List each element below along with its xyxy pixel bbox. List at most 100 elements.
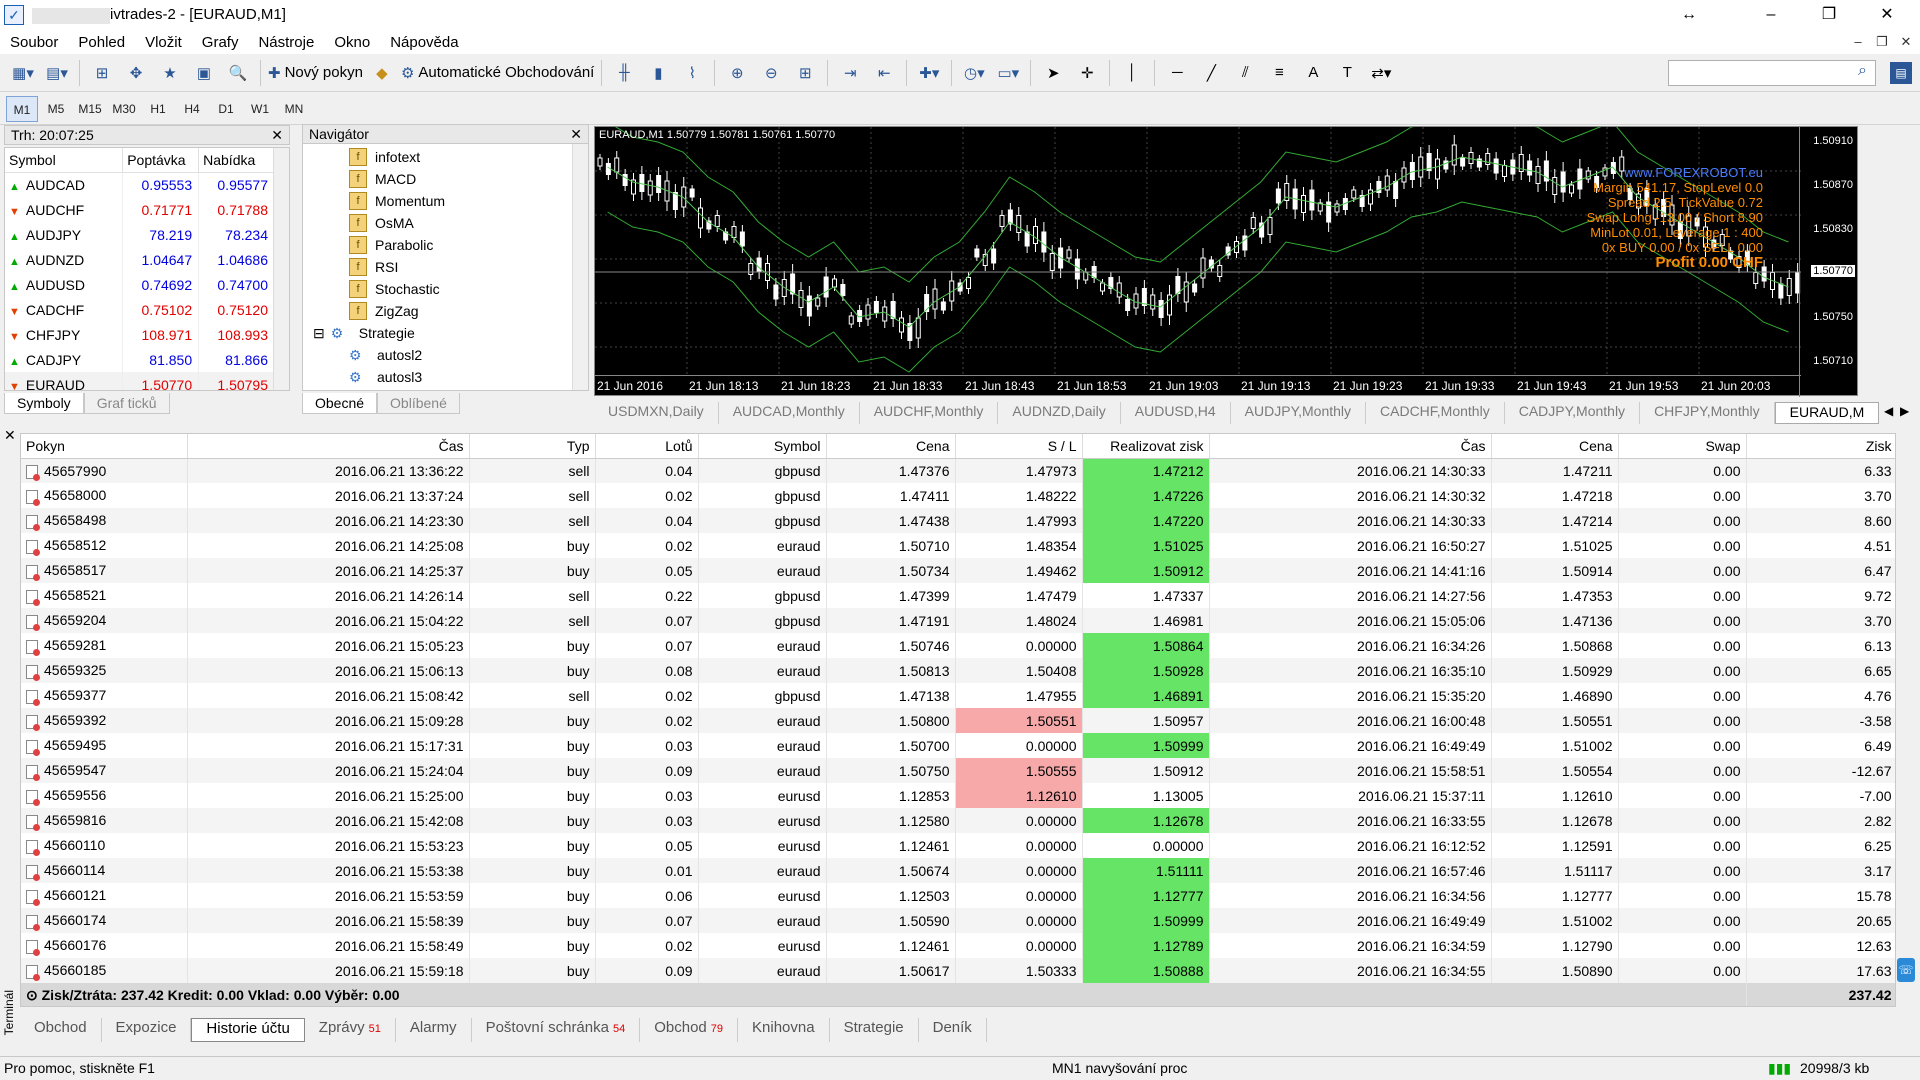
terminal-icon[interactable]: ▣ bbox=[189, 58, 219, 88]
chart-shift-icon[interactable]: ⇤ bbox=[869, 58, 899, 88]
market-row[interactable]: ▲ AUDCAD 0.95553 0.95577 bbox=[5, 172, 275, 197]
close-icon[interactable]: ✕ bbox=[271, 126, 283, 144]
col-symbol[interactable]: Symbol bbox=[5, 148, 124, 173]
navigator-item[interactable]: f OsMA bbox=[303, 212, 588, 234]
col-header[interactable]: Realizovat zisk bbox=[1082, 434, 1210, 459]
templates-icon[interactable]: ▭▾ bbox=[993, 58, 1023, 88]
col-header[interactable]: Čas bbox=[187, 434, 470, 459]
timeframe-m5[interactable]: M5 bbox=[40, 96, 72, 122]
terminal-tab[interactable]: Zprávy 51 bbox=[305, 1018, 396, 1042]
terminal-tab[interactable]: Obchod 79 bbox=[640, 1018, 739, 1042]
zoom-out-icon[interactable]: ⊖ bbox=[756, 58, 786, 88]
arrows-icon[interactable]: ⇄▾ bbox=[1366, 58, 1396, 88]
price-chart[interactable]: EURAUD,M1 1.50779 1.50781 1.50761 1.5077… bbox=[594, 126, 1858, 397]
menu-item[interactable]: Vložit bbox=[135, 34, 192, 51]
meta-editor-icon[interactable]: ◆ bbox=[367, 58, 397, 88]
timeframe-w1[interactable]: W1 bbox=[244, 96, 276, 122]
col-header[interactable]: Čas bbox=[1209, 434, 1492, 459]
auto-scroll-icon[interactable]: ⇥ bbox=[835, 58, 865, 88]
history-row[interactable]: 45659281 2016.06.21 15:05:23 buy 0.07 euraud… bbox=[21, 633, 1895, 658]
chart-tab[interactable]: CADCHF,Monthly bbox=[1366, 402, 1505, 424]
bar-chart-icon[interactable]: ╫ bbox=[609, 58, 639, 88]
candlestick-icon[interactable]: ▮ bbox=[643, 58, 673, 88]
tab-common[interactable]: Obecné bbox=[302, 393, 378, 414]
restore-icon[interactable]: ↔ bbox=[1662, 0, 1716, 30]
cursor-icon[interactable]: ➤ bbox=[1038, 58, 1068, 88]
history-row[interactable]: 45658517 2016.06.21 14:25:37 buy 0.05 euraud… bbox=[21, 558, 1895, 583]
tile-windows-icon[interactable]: ⊞ bbox=[790, 58, 820, 88]
timeframe-m15[interactable]: M15 bbox=[74, 96, 106, 122]
terminal-tab[interactable]: Strategie bbox=[830, 1018, 919, 1042]
history-row[interactable]: 45658498 2016.06.21 14:23:30 sell 0.04 gbpus… bbox=[21, 508, 1895, 533]
terminal-tab[interactable]: Historie účtu bbox=[191, 1018, 305, 1042]
profiles-icon[interactable]: ▤▾ bbox=[42, 58, 72, 88]
col-header[interactable]: Cena bbox=[1491, 434, 1619, 459]
history-row[interactable]: 45660121 2016.06.21 15:53:59 buy 0.06 eurusd… bbox=[21, 883, 1895, 908]
mdi-restore-icon[interactable]: ❐ bbox=[1870, 30, 1894, 54]
market-row[interactable]: ▼ CHFJPY 108.971 108.993 bbox=[5, 322, 275, 347]
chat-icon[interactable]: ▤ bbox=[1890, 62, 1912, 84]
zoom-in-icon[interactable]: ⊕ bbox=[722, 58, 752, 88]
navigator-item[interactable]: ⚙ autosl3 bbox=[303, 366, 588, 388]
app-icon[interactable]: ✓ bbox=[4, 5, 24, 25]
timeframe-d1[interactable]: D1 bbox=[210, 96, 242, 122]
market-row[interactable]: ▼ EURAUD 1.50770 1.50795 bbox=[5, 372, 275, 390]
fibonacci-icon[interactable]: ≡ bbox=[1264, 58, 1294, 88]
col-header[interactable]: Pokyn bbox=[21, 434, 188, 459]
terminal-tab[interactable]: Expozice bbox=[102, 1018, 192, 1042]
navigator-item[interactable]: f Stochastic bbox=[303, 278, 588, 300]
history-row[interactable]: 45660114 2016.06.21 15:53:38 buy 0.01 euraud… bbox=[21, 858, 1895, 883]
history-row[interactable]: 45660110 2016.06.21 15:53:23 buy 0.05 eurusd… bbox=[21, 833, 1895, 858]
data-window-icon[interactable]: ✥ bbox=[121, 58, 151, 88]
col-header[interactable]: Lotů bbox=[595, 434, 699, 459]
horizontal-line-icon[interactable]: ─ bbox=[1162, 58, 1192, 88]
timeframe-h4[interactable]: H4 bbox=[176, 96, 208, 122]
scrollbar[interactable] bbox=[572, 144, 588, 390]
terminal-tab[interactable]: Deník bbox=[919, 1018, 987, 1042]
col-header[interactable]: Typ bbox=[469, 434, 596, 459]
timeframe-h1[interactable]: H1 bbox=[142, 96, 174, 122]
minimize-button[interactable]: – bbox=[1744, 0, 1798, 30]
navigator-item[interactable]: f ZigZag bbox=[303, 300, 588, 322]
mdi-close-icon[interactable]: ✕ bbox=[1894, 30, 1918, 54]
search-input[interactable] bbox=[1668, 60, 1876, 86]
channel-icon[interactable]: ⫽ bbox=[1230, 58, 1260, 88]
history-row[interactable]: 45658521 2016.06.21 14:26:14 sell 0.22 gbpus… bbox=[21, 583, 1895, 608]
new-order-button[interactable]: ✚ Nový pokyn bbox=[268, 58, 363, 88]
chart-tab[interactable]: USDMXN,Daily bbox=[594, 402, 719, 424]
vertical-line-icon[interactable]: │ bbox=[1117, 58, 1147, 88]
col-header[interactable]: Zisk bbox=[1746, 434, 1895, 459]
chart-tab[interactable]: AUDCAD,Monthly bbox=[719, 402, 860, 424]
col-bid[interactable]: Poptávka bbox=[122, 148, 200, 173]
collapse-icon[interactable]: ⊟ bbox=[313, 325, 325, 342]
terminal-close-icon[interactable]: ✕ bbox=[4, 427, 16, 444]
chart-tab[interactable]: EURAUD,M bbox=[1774, 402, 1880, 424]
col-header[interactable]: Cena bbox=[826, 434, 956, 459]
scrollbar[interactable] bbox=[273, 148, 289, 390]
history-row[interactable]: 45659392 2016.06.21 15:09:28 buy 0.02 euraud… bbox=[21, 708, 1895, 733]
chart-tab[interactable]: CHFJPY,Monthly bbox=[1640, 402, 1775, 424]
history-row[interactable]: 45659204 2016.06.21 15:04:22 sell 0.07 gbpus… bbox=[21, 608, 1895, 633]
history-row[interactable]: 45660174 2016.06.21 15:58:39 buy 0.07 euraud… bbox=[21, 908, 1895, 933]
history-row[interactable]: 45658000 2016.06.21 13:37:24 sell 0.02 gbpus… bbox=[21, 483, 1895, 508]
menu-item[interactable]: Nápověda bbox=[380, 34, 468, 51]
chart-tab[interactable]: AUDNZD,Daily bbox=[998, 402, 1121, 424]
navigator-item[interactable]: f RSI bbox=[303, 256, 588, 278]
timeframe-mn[interactable]: MN bbox=[278, 96, 310, 122]
col-header[interactable]: S / L bbox=[955, 434, 1083, 459]
timeframe-m30[interactable]: M30 bbox=[108, 96, 140, 122]
menu-item[interactable]: Grafy bbox=[192, 34, 249, 51]
terminal-tab[interactable]: Poštovní schránka 54 bbox=[472, 1018, 641, 1042]
mdi-minimize-icon[interactable]: – bbox=[1846, 30, 1870, 54]
menu-item[interactable]: Nástroje bbox=[248, 34, 324, 51]
menu-item[interactable]: Pohled bbox=[68, 34, 135, 51]
history-row[interactable]: 45659495 2016.06.21 15:17:31 buy 0.03 euraud… bbox=[21, 733, 1895, 758]
timeframe-m1[interactable]: M1 bbox=[6, 95, 38, 122]
chat-icon[interactable]: ☏ bbox=[1897, 958, 1915, 982]
navigator-item[interactable]: f infotext bbox=[303, 146, 588, 168]
history-row[interactable]: 45660176 2016.06.21 15:58:49 buy 0.02 eurusd… bbox=[21, 933, 1895, 958]
trendline-icon[interactable]: ╱ bbox=[1196, 58, 1226, 88]
history-row[interactable]: 45660185 2016.06.21 15:59:18 buy 0.09 euraud… bbox=[21, 958, 1895, 983]
history-row[interactable]: 45658512 2016.06.21 14:25:08 buy 0.02 euraud… bbox=[21, 533, 1895, 558]
history-row[interactable]: 45659547 2016.06.21 15:24:04 buy 0.09 euraud… bbox=[21, 758, 1895, 783]
